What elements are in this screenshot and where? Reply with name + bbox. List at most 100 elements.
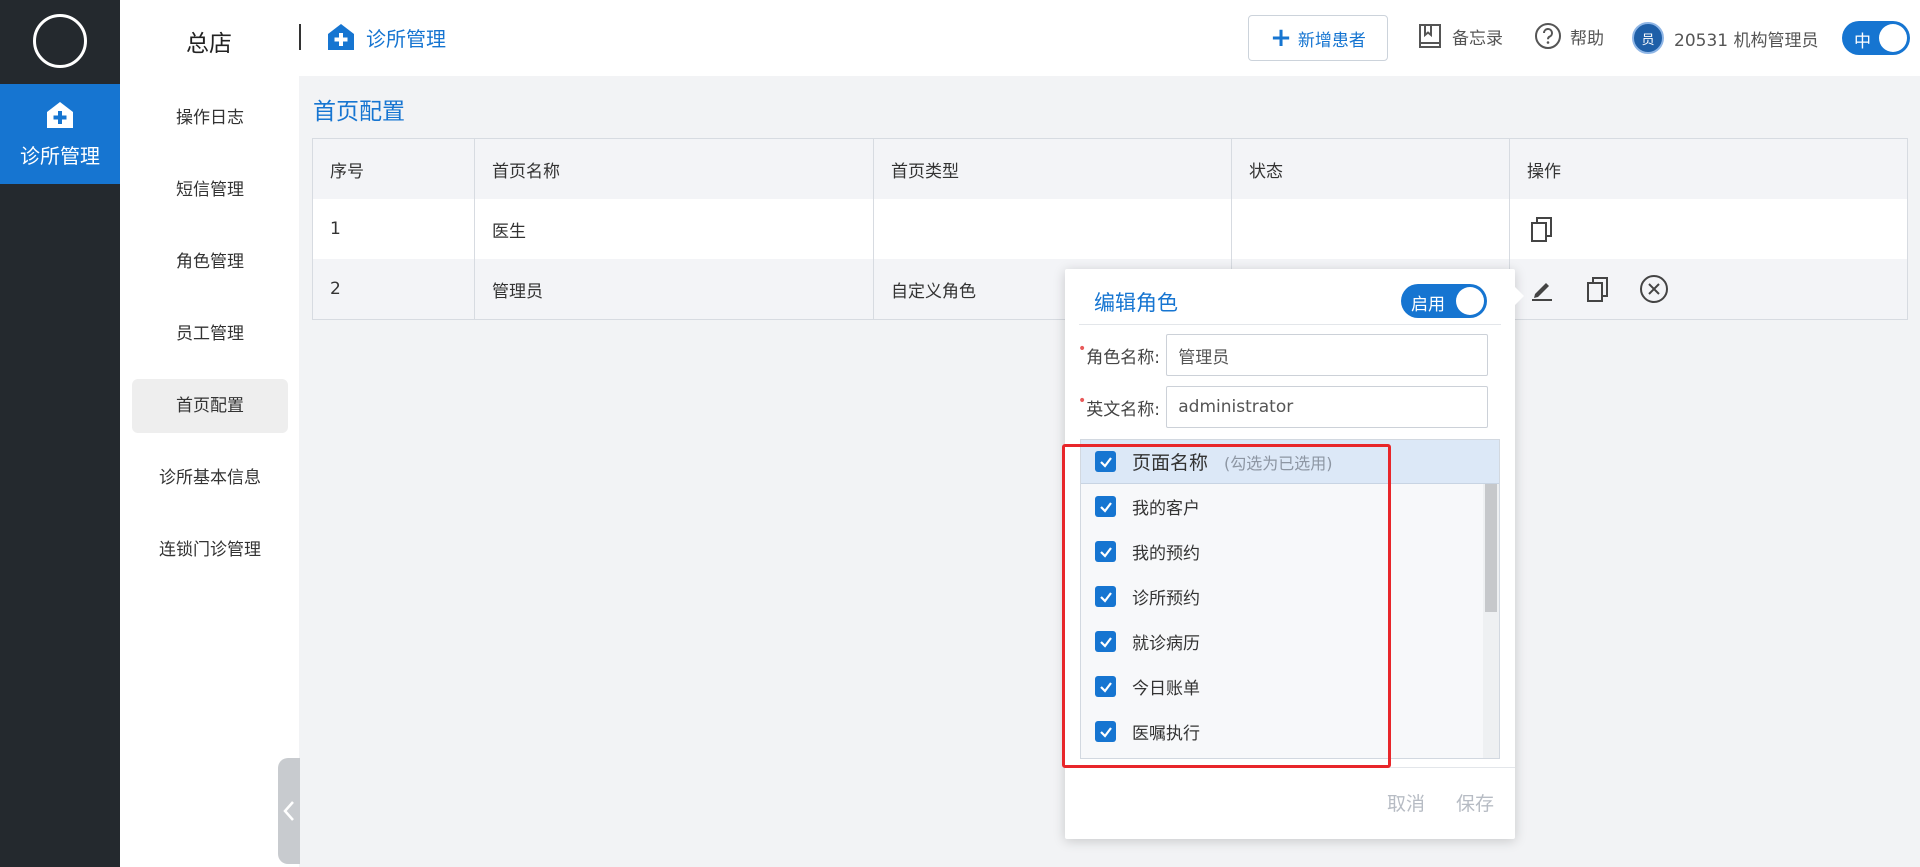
row-name: 医生 [475, 199, 874, 259]
required-mark: • [1078, 393, 1087, 409]
check-icon [1099, 546, 1112, 558]
english-name-field: • 英文名称: [1078, 386, 1489, 428]
page-checkbox[interactable] [1095, 541, 1116, 562]
column-header: 操作 [1527, 161, 1561, 182]
english-name-label: 英文名称: [1086, 399, 1160, 420]
avatar: 员 [1632, 22, 1664, 54]
edit-role-dialog: 编辑角色 启用 • 角色名称: • 英文名称: 页面名称 (勾选为已选用) 我的… [1065, 269, 1524, 839]
top-bar: 总店 诊所管理 + 新增患者 备忘录 帮助 员 20531 机构管理员 中 [120, 0, 1920, 76]
list-item[interactable]: 诊所预约 [1081, 574, 1483, 619]
enable-toggle[interactable]: 启用 [1401, 284, 1487, 318]
row-name: 管理员 [475, 259, 874, 319]
dialog-title: 编辑角色 [1094, 291, 1178, 315]
check-icon [1099, 726, 1112, 738]
page-checkbox[interactable] [1095, 676, 1116, 697]
subnav-item-staff[interactable]: 员工管理 [132, 307, 288, 361]
subnav-item-home-config[interactable]: 首页配置 [132, 379, 288, 433]
toggle-knob [1879, 24, 1907, 52]
divider [299, 24, 301, 50]
breadcrumb: 诊所管理 [326, 22, 446, 52]
page-label: 我的预约 [1132, 544, 1200, 564]
column-header: 首页名称 [475, 139, 874, 199]
role-name-input[interactable] [1166, 334, 1489, 376]
list-scrollbar[interactable] [1483, 484, 1499, 758]
collapse-sidebar-button[interactable] [278, 758, 300, 864]
check-icon [1099, 681, 1112, 693]
page-title: 首页配置 [313, 99, 405, 125]
list-header-hint: (勾选为已选用) [1224, 453, 1333, 473]
rail-item-label: 诊所管理 [20, 144, 100, 168]
language-toggle[interactable]: 中 [1842, 21, 1910, 55]
page-checkbox[interactable] [1095, 496, 1116, 517]
help-button[interactable]: 帮助 [1534, 22, 1604, 50]
table-row: 1 医生 [313, 199, 1907, 259]
list-item[interactable]: 今日账单 [1081, 664, 1483, 709]
column-header: 首页类型 [874, 139, 1232, 199]
required-mark: • [1078, 341, 1087, 357]
subnav-item-sms[interactable]: 短信管理 [132, 163, 288, 217]
copy-icon[interactable] [1527, 214, 1557, 244]
user-name: 20531 机构管理员 [1674, 30, 1819, 51]
home-plus-icon [328, 24, 354, 50]
plus-icon: + [1270, 23, 1292, 53]
bookmark-icon [1419, 24, 1441, 48]
list-item[interactable]: 就诊病历 [1081, 619, 1483, 664]
role-name-label: 角色名称: [1086, 347, 1160, 368]
page-checkbox[interactable] [1095, 721, 1116, 742]
page-label: 就诊病历 [1132, 634, 1200, 654]
check-icon [1099, 591, 1112, 603]
subnav-item-clinic-info[interactable]: 诊所基本信息 [132, 451, 288, 505]
scrollbar-thumb[interactable] [1485, 484, 1497, 612]
column-header: 序号 [313, 139, 475, 199]
divider [1079, 324, 1501, 325]
user-menu[interactable]: 员 20531 机构管理员 [1632, 22, 1818, 54]
chevron-left-icon [283, 801, 294, 821]
column-header: 状态 [1232, 139, 1510, 199]
edit-icon[interactable] [1527, 274, 1557, 304]
toggle-knob [1456, 287, 1484, 315]
row-number: 1 [313, 199, 475, 259]
help-label: 帮助 [1570, 28, 1604, 49]
cancel-button[interactable]: 取消 [1387, 789, 1425, 816]
row-status [1232, 199, 1510, 259]
page-checkbox[interactable] [1095, 586, 1116, 607]
save-button[interactable]: 保存 [1456, 789, 1494, 816]
help-icon [1535, 23, 1561, 49]
role-name-field: • 角色名称: [1078, 334, 1489, 376]
list-item[interactable]: 医嘱执行 [1081, 709, 1483, 754]
store-name[interactable]: 总店 [186, 24, 232, 58]
language-label: 中 [1854, 32, 1871, 52]
row-actions [1510, 199, 1907, 259]
check-icon [1099, 636, 1112, 648]
check-icon [1099, 501, 1112, 513]
rail-item-clinic-management[interactable]: 诊所管理 [0, 84, 120, 184]
page-label: 诊所预约 [1132, 589, 1200, 609]
page-label: 我的客户 [1132, 499, 1200, 519]
list-header-title: 页面名称 [1132, 452, 1209, 474]
delete-icon[interactable] [1639, 274, 1669, 304]
subnav-item-chain-clinics[interactable]: 连锁门诊管理 [132, 523, 288, 577]
add-patient-label: 新增患者 [1297, 30, 1366, 51]
list-item[interactable]: 我的客户 [1081, 484, 1483, 529]
memo-label: 备忘录 [1452, 28, 1503, 49]
copy-icon[interactable] [1583, 274, 1613, 304]
subnav-item-roles[interactable]: 角色管理 [132, 235, 288, 289]
page-label: 今日账单 [1132, 679, 1200, 699]
page-label: 医嘱执行 [1132, 724, 1200, 744]
list-item[interactable]: 我的预约 [1081, 529, 1483, 574]
row-number: 2 [313, 259, 475, 319]
breadcrumb-label: 诊所管理 [366, 26, 446, 51]
page-checkbox[interactable] [1095, 631, 1116, 652]
add-patient-button[interactable]: + 新增患者 [1248, 15, 1388, 61]
home-plus-icon [47, 102, 73, 128]
memo-button[interactable]: 备忘录 [1416, 22, 1503, 50]
select-all-checkbox[interactable] [1095, 451, 1116, 472]
english-name-input[interactable] [1166, 386, 1489, 428]
table-header: 序号 首页名称 首页类型 状态 操作 [313, 139, 1907, 199]
popover-arrow [1515, 287, 1524, 305]
divider [1065, 767, 1515, 768]
row-type [874, 199, 1232, 259]
subnav-item-operation-log[interactable]: 操作日志 [132, 91, 288, 145]
logo-circle [33, 14, 87, 68]
check-icon [1099, 456, 1112, 468]
